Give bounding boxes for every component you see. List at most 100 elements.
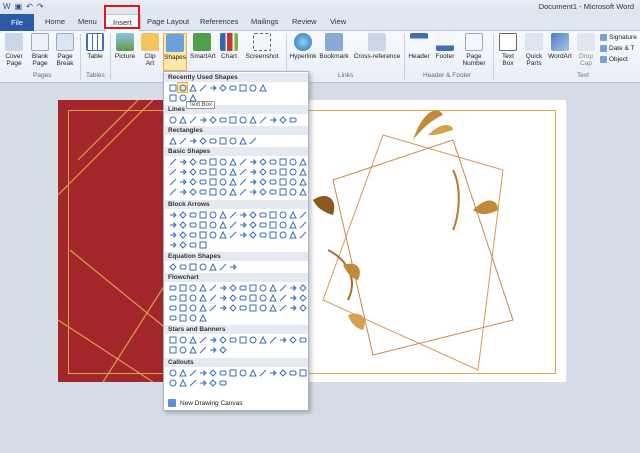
page-break-button[interactable]: Page Break [54, 33, 76, 67]
shape-option-icon[interactable] [218, 115, 227, 124]
shape-option-icon[interactable] [248, 293, 257, 302]
shape-option-icon[interactable] [198, 303, 207, 312]
shape-option-icon[interactable] [218, 177, 227, 186]
shape-option-icon[interactable] [198, 115, 207, 124]
shape-option-icon[interactable] [278, 335, 287, 344]
shape-option-icon[interactable] [177, 82, 188, 93]
shape-option-icon[interactable] [198, 157, 207, 166]
shape-option-icon[interactable] [198, 378, 207, 387]
shape-option-icon[interactable] [268, 157, 277, 166]
shape-option-icon[interactable] [188, 167, 197, 176]
shape-option-icon[interactable] [288, 220, 297, 229]
shape-option-icon[interactable] [248, 187, 257, 196]
shape-option-icon[interactable] [288, 368, 297, 377]
shape-option-icon[interactable] [198, 220, 207, 229]
shape-option-icon[interactable] [298, 177, 307, 186]
undo-icon[interactable]: ↶ [26, 2, 33, 11]
shape-option-icon[interactable] [288, 167, 297, 176]
shape-option-icon[interactable] [178, 157, 187, 166]
shape-option-icon[interactable] [168, 187, 177, 196]
shape-option-icon[interactable] [198, 313, 207, 322]
shape-option-icon[interactable] [288, 157, 297, 166]
shape-option-icon[interactable] [198, 293, 207, 302]
shape-option-icon[interactable] [248, 210, 257, 219]
shape-option-icon[interactable] [208, 368, 217, 377]
object-button[interactable]: Object [600, 56, 628, 63]
shape-option-icon[interactable] [238, 230, 247, 239]
shape-option-icon[interactable] [248, 167, 257, 176]
shape-option-icon[interactable] [178, 187, 187, 196]
shape-option-icon[interactable] [238, 283, 247, 292]
shape-option-icon[interactable] [238, 136, 247, 145]
shape-option-icon[interactable] [168, 378, 177, 387]
shape-option-icon[interactable] [178, 293, 187, 302]
shape-option-icon[interactable] [208, 378, 217, 387]
redo-icon[interactable]: ↷ [37, 2, 44, 11]
shape-option-icon[interactable] [278, 293, 287, 302]
screenshot-button[interactable]: Screenshot [242, 33, 282, 60]
shape-option-icon[interactable] [188, 220, 197, 229]
shape-option-icon[interactable] [228, 210, 237, 219]
shape-option-icon[interactable] [298, 283, 307, 292]
shape-option-icon[interactable] [188, 378, 197, 387]
shape-option-icon[interactable] [298, 210, 307, 219]
shape-option-icon[interactable] [178, 115, 187, 124]
shape-option-icon[interactable] [218, 283, 227, 292]
bookmark-button[interactable]: Bookmark [319, 33, 349, 60]
shape-option-icon[interactable] [258, 83, 267, 92]
shape-option-icon[interactable] [258, 157, 267, 166]
shape-option-icon[interactable] [198, 167, 207, 176]
shape-option-icon[interactable] [268, 177, 277, 186]
shape-option-icon[interactable] [188, 335, 197, 344]
shape-option-icon[interactable] [168, 220, 177, 229]
shape-option-icon[interactable] [288, 187, 297, 196]
shape-option-icon[interactable] [198, 83, 207, 92]
shape-option-icon[interactable] [268, 293, 277, 302]
shape-option-icon[interactable] [188, 136, 197, 145]
shape-option-icon[interactable] [278, 157, 287, 166]
drop-cap-button[interactable]: Drop Cap [575, 33, 597, 67]
shape-option-icon[interactable] [248, 303, 257, 312]
shape-option-icon[interactable] [218, 157, 227, 166]
shape-option-icon[interactable] [168, 93, 177, 102]
tab-page-layout[interactable]: Page Layout [147, 17, 189, 26]
shape-option-icon[interactable] [188, 115, 197, 124]
shape-option-icon[interactable] [238, 157, 247, 166]
shape-option-icon[interactable] [298, 368, 307, 377]
shape-option-icon[interactable] [248, 335, 257, 344]
shape-option-icon[interactable] [268, 115, 277, 124]
header-button[interactable]: Header [406, 33, 432, 60]
shape-option-icon[interactable] [248, 136, 257, 145]
shape-option-icon[interactable] [198, 210, 207, 219]
shape-option-icon[interactable] [188, 368, 197, 377]
shape-option-icon[interactable] [188, 303, 197, 312]
shape-option-icon[interactable] [268, 335, 277, 344]
shape-option-icon[interactable] [228, 83, 237, 92]
shape-option-icon[interactable] [278, 177, 287, 186]
shape-option-icon[interactable] [228, 167, 237, 176]
shape-option-icon[interactable] [208, 210, 217, 219]
shape-option-icon[interactable] [168, 157, 177, 166]
shape-option-icon[interactable] [198, 230, 207, 239]
cover-page-button[interactable]: Cover Page [3, 33, 25, 67]
shape-option-icon[interactable] [208, 345, 217, 354]
shape-option-icon[interactable] [178, 136, 187, 145]
shape-option-icon[interactable] [288, 293, 297, 302]
signature-button[interactable]: Signature [600, 34, 637, 41]
shape-option-icon[interactable] [228, 230, 237, 239]
wordart-button[interactable]: WordArt [547, 33, 573, 60]
shape-option-icon[interactable] [258, 115, 267, 124]
shape-option-icon[interactable] [228, 157, 237, 166]
shape-option-icon[interactable] [178, 230, 187, 239]
shape-option-icon[interactable] [178, 345, 187, 354]
shapes-button[interactable]: Shapes [163, 33, 187, 71]
shape-option-icon[interactable] [208, 167, 217, 176]
shape-option-icon[interactable] [228, 136, 237, 145]
shape-option-icon[interactable] [168, 335, 177, 344]
shape-option-icon[interactable] [178, 240, 187, 249]
shape-option-icon[interactable] [178, 167, 187, 176]
shape-option-icon[interactable] [288, 115, 297, 124]
shape-option-icon[interactable] [238, 167, 247, 176]
shape-option-icon[interactable] [238, 368, 247, 377]
shape-option-icon[interactable] [288, 335, 297, 344]
